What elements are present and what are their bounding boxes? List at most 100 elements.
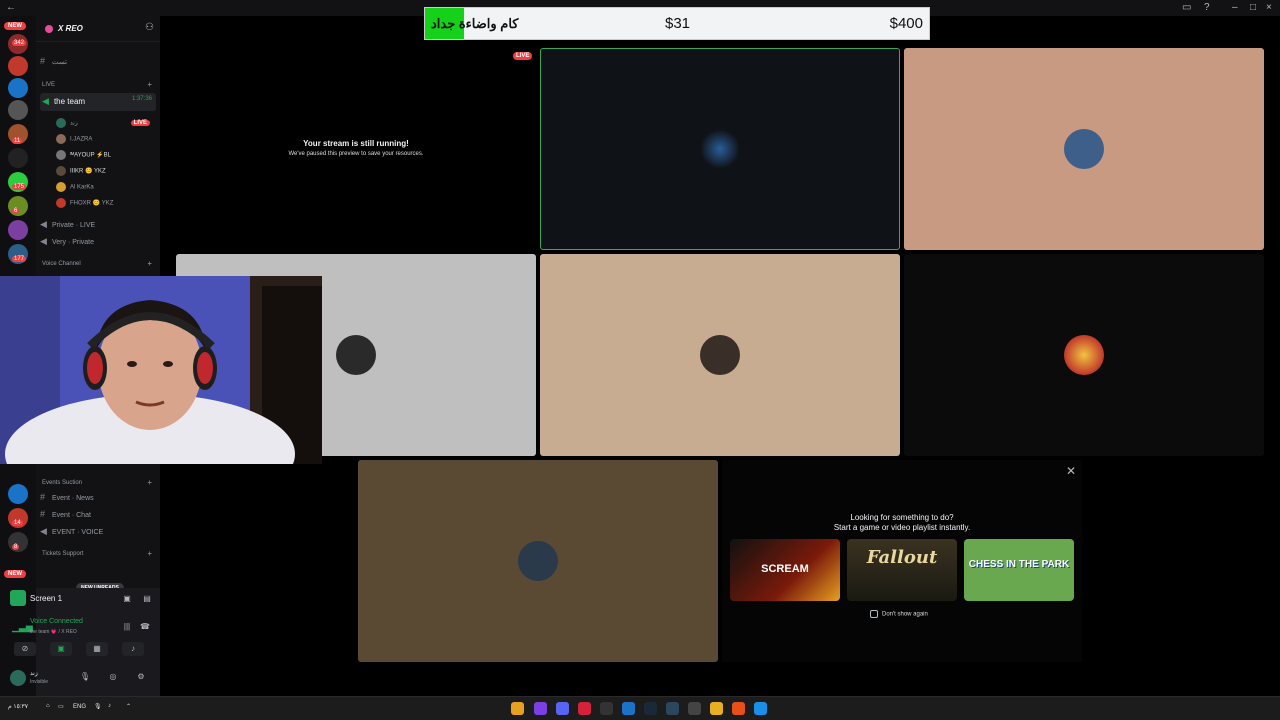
avatar xyxy=(56,134,66,144)
user-avatar[interactable] xyxy=(10,670,26,686)
user-status: Invisible xyxy=(30,679,49,685)
donation-target-amount: $400 xyxy=(889,15,923,32)
server-header[interactable]: X REO ⚇ xyxy=(36,16,160,42)
close-icon[interactable]: ✕ xyxy=(1066,464,1076,478)
category-voice-channel[interactable]: Voice Channel xyxy=(42,261,81,267)
voice-user[interactable]: FHOXR 😊 YKZ xyxy=(56,198,113,212)
donation-goal-bar: كام واضاءة جداد $31 $400 xyxy=(424,7,930,40)
add-channel-icon[interactable]: + xyxy=(147,80,152,89)
category-tickets[interactable]: Tickets Support xyxy=(42,551,83,557)
activity-card-chess-in-the-park[interactable]: CHESS IN THE PARK xyxy=(964,539,1074,601)
speaker-icon: ◀ xyxy=(42,96,49,106)
voice-channel-very-private[interactable]: ◀ Very · Private xyxy=(40,236,156,251)
opera-icon[interactable] xyxy=(534,702,547,715)
inbox-icon[interactable]: ▭ xyxy=(1182,2,1191,13)
avatar xyxy=(1064,129,1104,169)
chrome-icon[interactable] xyxy=(511,702,524,715)
participant-tile[interactable] xyxy=(904,254,1264,456)
activity-card-fallout[interactable]: Fallout xyxy=(847,539,957,601)
voice-channel-the-team[interactable]: ◀ the team 1:37:36 xyxy=(40,93,156,111)
share-screen-icon[interactable]: ▣ xyxy=(50,642,72,656)
folder-icon[interactable] xyxy=(710,702,723,715)
stream-tile-paused[interactable] xyxy=(176,48,536,250)
maximize-icon[interactable]: □ xyxy=(1250,2,1256,13)
settings-gear-icon[interactable]: ⚙ xyxy=(130,670,152,684)
server-icon[interactable] xyxy=(8,100,28,120)
steam-icon[interactable] xyxy=(644,702,657,715)
close-window-icon[interactable]: × xyxy=(1266,2,1272,13)
participant-tile-speaking[interactable] xyxy=(540,48,900,250)
user-panel: Screen 1 ▣ ▤ ▁▃▅ Voice Connected the tea… xyxy=(10,588,160,696)
brave-icon[interactable] xyxy=(732,702,745,715)
steam-icon[interactable] xyxy=(666,702,679,715)
avatar xyxy=(56,166,66,176)
add-channel-icon[interactable]: + xyxy=(147,478,152,487)
new-badge: NEW xyxy=(4,22,26,30)
channel-event-chat[interactable]: # Event · Chat xyxy=(40,509,156,524)
taskbar: ١٥:٣٧ م ⌂ ▭ ENG 🎙 ♪ ⌃ xyxy=(0,696,1280,720)
camera-off-icon[interactable]: ⊘ xyxy=(14,642,36,656)
server-icon[interactable] xyxy=(8,220,28,240)
stream-paused-subtitle: We've paused this preview to save your r… xyxy=(288,151,424,157)
speaker-tray-icon[interactable]: ♪ xyxy=(108,703,111,709)
activity-subheading: Start a game or video playlist instantly… xyxy=(833,523,971,532)
voice-channel-private-live[interactable]: ◀ Private · LIVE xyxy=(40,219,156,234)
server-icon[interactable] xyxy=(8,148,28,168)
back-arrow-icon[interactable]: ← xyxy=(6,2,16,13)
participant-tile[interactable] xyxy=(358,460,718,662)
activities-icon[interactable]: ▦ xyxy=(86,642,108,656)
add-channel-icon[interactable]: + xyxy=(147,549,152,558)
screen-settings-icon[interactable]: ▣ xyxy=(116,592,138,606)
hash-icon: # xyxy=(40,492,46,502)
server-badge: 14 xyxy=(12,520,23,526)
obs-icon[interactable] xyxy=(600,702,613,715)
help-icon[interactable]: ? xyxy=(1204,2,1210,13)
discord-icon[interactable] xyxy=(556,702,569,715)
display-icon[interactable]: ▭ xyxy=(58,703,64,710)
minimize-icon[interactable]: – xyxy=(1232,2,1238,13)
channel-rules[interactable]: # تست xyxy=(40,56,156,71)
channel-event-voice[interactable]: ◀ EVENT · VOICE xyxy=(40,526,156,541)
server-badge: 11 xyxy=(12,138,23,144)
speaker-icon: ◀ xyxy=(40,236,47,246)
network-icon[interactable]: ⌂ xyxy=(46,703,50,709)
add-channel-icon[interactable]: + xyxy=(147,259,152,268)
windows-start-icon[interactable] xyxy=(754,702,767,715)
headphones-icon[interactable]: ◎ xyxy=(102,670,124,684)
voice-connected-status[interactable]: Voice Connected xyxy=(30,618,83,625)
voice-user[interactable]: IIIKR 😊 YKZ xyxy=(56,166,106,180)
disconnect-icon[interactable]: ☎ xyxy=(134,620,156,634)
call-timer: 1:37:36 xyxy=(131,96,152,102)
stream-paused-title: Your stream is still running! xyxy=(303,139,409,148)
app-icon[interactable] xyxy=(688,702,701,715)
server-badge: 342 xyxy=(12,40,27,46)
language-indicator[interactable]: ENG xyxy=(73,704,86,710)
participant-tile[interactable] xyxy=(540,254,900,456)
add-member-icon[interactable]: ⚇ xyxy=(145,22,154,33)
app-icon[interactable] xyxy=(622,702,635,715)
category-live[interactable]: LIVE xyxy=(42,82,55,88)
soundboard-icon[interactable]: ♪ xyxy=(122,642,144,656)
voice-user[interactable]: I.JAZRA xyxy=(56,134,92,148)
participant-tile[interactable] xyxy=(904,48,1264,250)
channel-event-news[interactable]: # Event · News xyxy=(40,492,156,507)
server-badge: 175 xyxy=(12,184,27,190)
mic-tray-icon[interactable]: 🎙 xyxy=(94,703,102,710)
voice-user[interactable]: Al KarKa xyxy=(56,182,94,196)
dont-show-again-checkbox[interactable]: Don't show again xyxy=(870,610,928,618)
avatar xyxy=(56,198,66,208)
voice-user[interactable]: زند xyxy=(56,118,78,132)
chevron-up-icon[interactable]: ⌃ xyxy=(126,703,131,710)
server-icon[interactable] xyxy=(8,56,28,76)
microphone-icon[interactable]: 🎙 xyxy=(74,670,96,684)
server-icon[interactable] xyxy=(8,484,28,504)
screen-share-label: Screen 1 xyxy=(30,594,63,603)
taskbar-clock[interactable]: ١٥:٣٧ م xyxy=(8,703,28,710)
popout-icon[interactable]: ▤ xyxy=(136,592,158,606)
server-icon[interactable] xyxy=(8,78,28,98)
activity-card-scream[interactable]: SCREAM xyxy=(730,539,840,601)
category-events[interactable]: Events Suction xyxy=(42,480,82,486)
avatar xyxy=(700,335,740,375)
app-icon[interactable] xyxy=(578,702,591,715)
voice-user[interactable]: ᴵᴹAYOUP ⚡BL xyxy=(56,150,111,164)
